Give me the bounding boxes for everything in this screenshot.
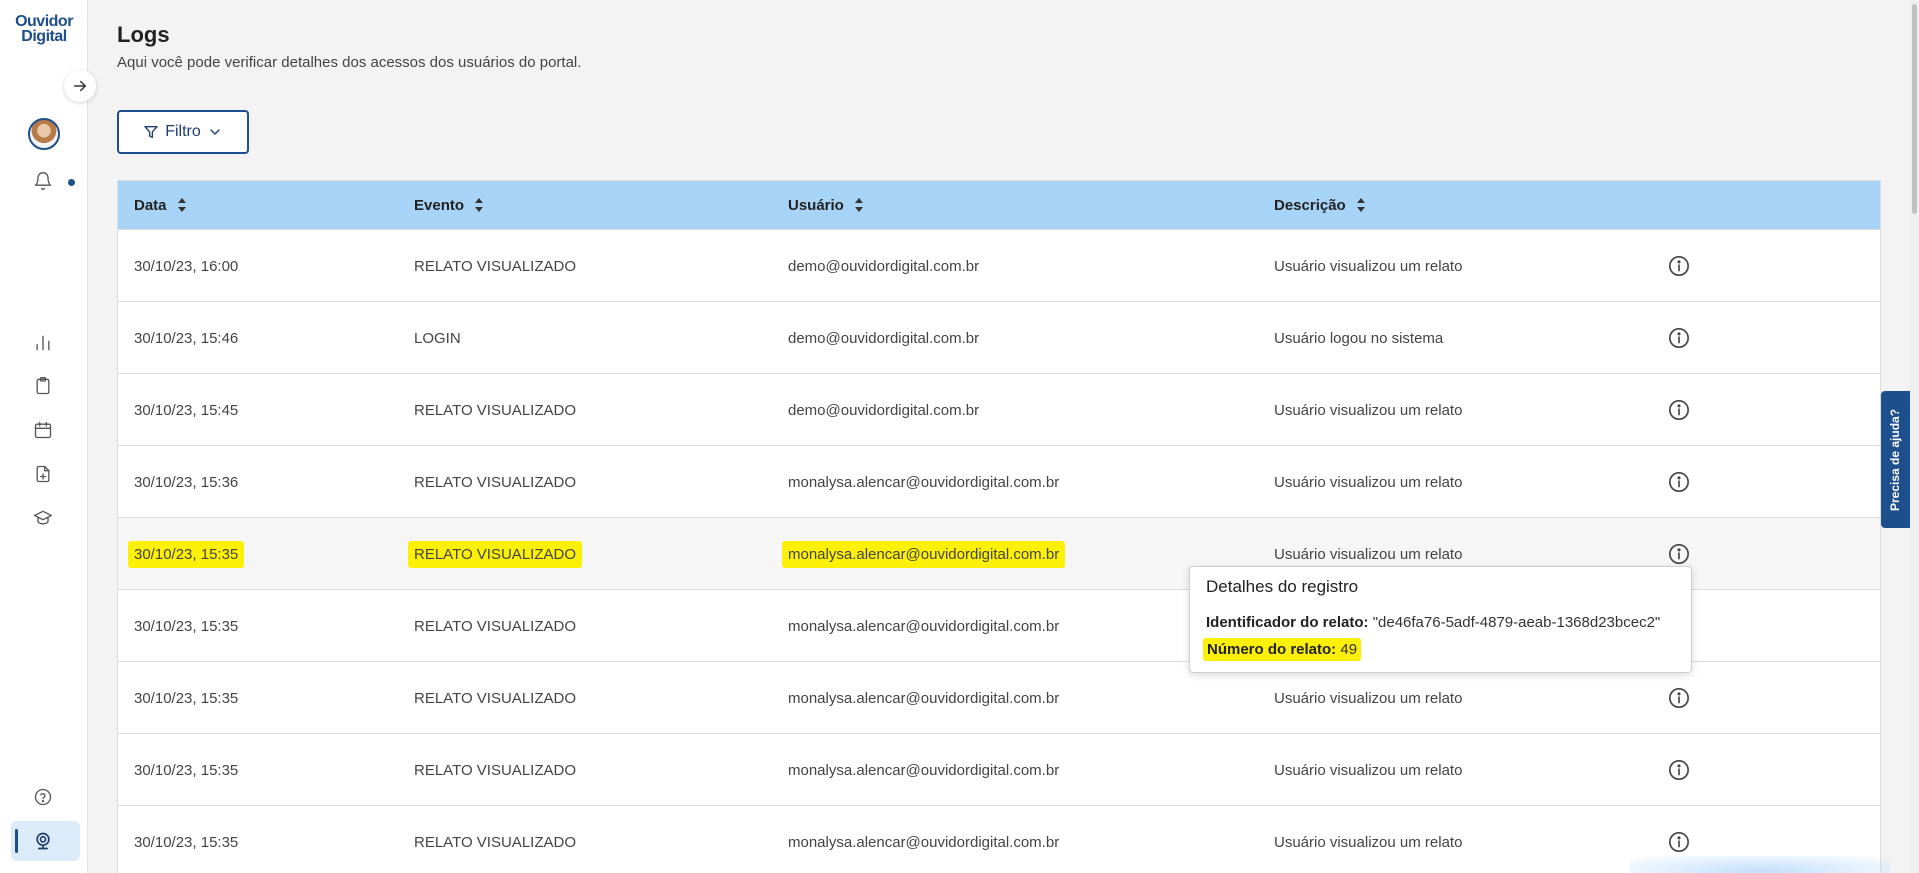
cell-usuario: monalysa.alencar@ouvidordigital.com.br <box>788 617 1060 635</box>
highlighted-event: RELATO VISUALIZADO <box>408 540 582 568</box>
file-plus-icon <box>36 465 50 483</box>
help-tab-label: Precisa de ajuda? <box>1888 408 1903 511</box>
highlighted-date: 30/10/23, 15:35 <box>128 540 245 568</box>
cell-evento: RELATO VISUALIZADO <box>414 689 576 707</box>
cell-descricao: Usuário visualizou um relato <box>1274 761 1463 779</box>
notification-dot <box>68 179 75 186</box>
cell-evento: RELATO VISUALIZADO <box>414 257 576 275</box>
bar-chart-icon <box>36 335 50 351</box>
cell-descricao: Usuário visualizou um relato <box>1274 401 1463 419</box>
highlighted-user: monalysa.alencar@ouvidordigital.com.br <box>782 540 1066 568</box>
logs-table: Data Evento Usuário Descrição 30/10/23, … <box>117 180 1881 873</box>
table-row[interactable]: 30/10/23, 15:35 RELATO VISUALIZADO monal… <box>118 733 1880 805</box>
graduation-cap-icon <box>34 510 52 525</box>
cell-data: 30/10/23, 15:45 <box>134 401 239 419</box>
cell-usuario: monalysa.alencar@ouvidordigital.com.br <box>782 518 1066 590</box>
sort-icon[interactable] <box>474 197 484 213</box>
nav-dashboard[interactable] <box>30 330 56 356</box>
cell-data: 30/10/23, 16:00 <box>134 257 239 275</box>
bell-icon <box>34 172 52 190</box>
nav-new-document[interactable] <box>30 461 56 487</box>
cell-descricao: Usuário logou no sistema <box>1274 329 1444 347</box>
table-row[interactable]: 30/10/23, 15:35 RELATO VISUALIZADO monal… <box>118 805 1880 873</box>
table-row[interactable]: 30/10/23, 15:45 RELATO VISUALIZADO demo@… <box>118 373 1880 445</box>
cell-data: 30/10/23, 15:36 <box>134 473 239 491</box>
info-icon[interactable] <box>1668 471 1690 493</box>
nav-reports[interactable] <box>30 373 56 399</box>
help-circle-icon <box>34 788 52 806</box>
filter-icon <box>144 126 158 138</box>
table-header: Data Evento Usuário Descrição <box>118 181 1880 229</box>
page-subtitle: Aqui você pode verificar detalhes dos ac… <box>117 54 582 71</box>
calendar-icon <box>34 421 52 439</box>
nav-logs-active-indicator <box>15 829 18 853</box>
nav-training[interactable] <box>30 505 56 531</box>
sidebar: Ouvidor Digital <box>0 0 88 873</box>
info-icon[interactable] <box>1668 687 1690 709</box>
cell-evento: RELATO VISUALIZADO <box>414 401 576 419</box>
tooltip-report-number: Número do relato: 49 <box>1203 638 1362 661</box>
cell-evento: RELATO VISUALIZADO <box>408 518 582 590</box>
cell-descricao: Usuário visualizou um relato <box>1274 833 1463 851</box>
cell-usuario: monalysa.alencar@ouvidordigital.com.br <box>788 761 1060 779</box>
column-header-data[interactable]: Data <box>134 181 187 229</box>
info-icon[interactable] <box>1668 543 1690 565</box>
info-icon[interactable] <box>1668 255 1690 277</box>
ouvidor-digital-logo[interactable]: Ouvidor Digital <box>14 14 74 45</box>
column-header-descricao[interactable]: Descrição <box>1274 181 1366 229</box>
cell-data: 30/10/23, 15:35 <box>134 617 239 635</box>
cell-usuario: monalysa.alencar@ouvidordigital.com.br <box>788 833 1060 851</box>
cell-descricao: Usuário visualizou um relato <box>1274 257 1463 275</box>
cell-usuario: demo@ouvidordigital.com.br <box>788 401 980 419</box>
cell-data: 30/10/23, 15:46 <box>134 329 239 347</box>
info-icon[interactable] <box>1668 831 1690 853</box>
filter-button[interactable]: Filtro <box>117 110 249 154</box>
cell-usuario: demo@ouvidordigital.com.br <box>788 257 980 275</box>
nav-calendar[interactable] <box>30 417 56 443</box>
expand-sidebar-button[interactable] <box>64 70 96 102</box>
nav-help[interactable] <box>30 784 56 810</box>
sort-icon[interactable] <box>854 197 864 213</box>
info-icon[interactable] <box>1668 327 1690 349</box>
cell-usuario: monalysa.alencar@ouvidordigital.com.br <box>788 689 1060 707</box>
page-title: Logs <box>117 22 170 47</box>
chevron-down-icon <box>210 129 220 135</box>
table-row[interactable]: 30/10/23, 15:36 RELATO VISUALIZADO monal… <box>118 445 1880 517</box>
column-header-evento[interactable]: Evento <box>414 181 484 229</box>
cell-evento: LOGIN <box>414 329 461 347</box>
cell-descricao: Usuário visualizou um relato <box>1274 473 1463 491</box>
cell-data: 30/10/23, 15:35 <box>134 689 239 707</box>
arrow-right-icon <box>74 80 86 92</box>
cell-evento: RELATO VISUALIZADO <box>414 761 576 779</box>
cell-usuario: monalysa.alencar@ouvidordigital.com.br <box>788 473 1060 491</box>
info-icon[interactable] <box>1668 759 1690 781</box>
table-row[interactable]: 30/10/23, 15:46 LOGIN demo@ouvidordigita… <box>118 301 1880 373</box>
cell-data: 30/10/23, 15:35 <box>128 518 245 590</box>
tooltip-title: Detalhes do registro <box>1206 577 1359 596</box>
cell-evento: RELATO VISUALIZADO <box>414 473 576 491</box>
notifications-button[interactable] <box>30 168 56 194</box>
info-icon[interactable] <box>1668 399 1690 421</box>
cell-data: 30/10/23, 15:35 <box>134 833 239 851</box>
cell-evento: RELATO VISUALIZADO <box>414 617 576 635</box>
help-tab[interactable]: Precisa de ajuda? <box>1881 391 1910 528</box>
clipboard-icon <box>36 377 50 395</box>
tooltip-report-id: Identificador do relato: "de46fa76-5adf-… <box>1206 614 1661 631</box>
nav-logs[interactable] <box>30 828 56 854</box>
column-header-usuario[interactable]: Usuário <box>788 181 864 229</box>
sort-icon[interactable] <box>1356 197 1366 213</box>
scrollbar-thumb[interactable] <box>1912 4 1917 214</box>
cell-usuario: demo@ouvidordigital.com.br <box>788 329 980 347</box>
filter-label: Filtro <box>165 123 201 140</box>
cell-data: 30/10/23, 15:35 <box>134 761 239 779</box>
webcam-icon <box>36 832 50 850</box>
cell-evento: RELATO VISUALIZADO <box>414 833 576 851</box>
table-row[interactable]: 30/10/23, 16:00 RELATO VISUALIZADO demo@… <box>118 229 1880 301</box>
record-details-tooltip: Detalhes do registro Identificador do re… <box>1189 566 1692 673</box>
sort-icon[interactable] <box>177 197 187 213</box>
user-avatar[interactable] <box>28 118 60 150</box>
chat-widget-glow <box>1630 856 1890 873</box>
